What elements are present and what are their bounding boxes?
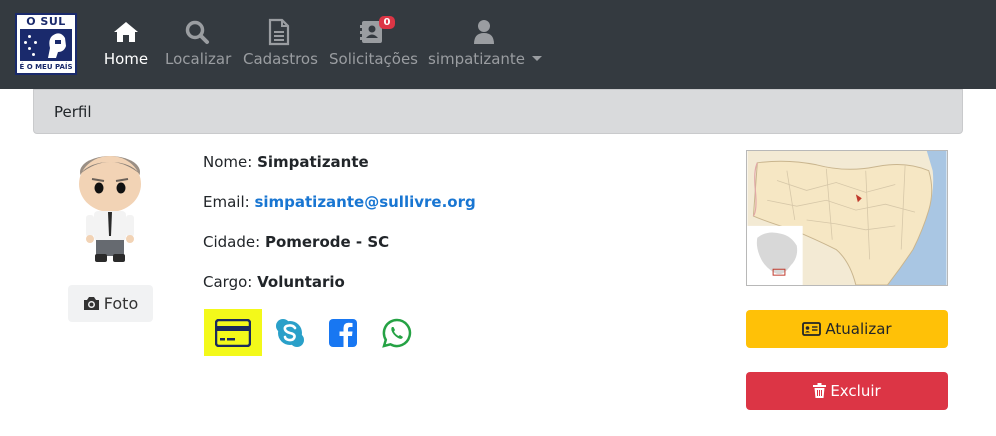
credit-card-button[interactable] [204,309,262,356]
profile-name-row: Nome: Simpatizante [203,153,369,171]
document-icon [268,18,290,46]
nav-solicitacoes-label: Solicitações [329,50,418,68]
brand-logo[interactable]: O SUL É O MEU PAÍS [15,13,77,75]
facebook-button[interactable] [314,309,372,356]
whatsapp-icon [382,318,412,348]
camera-icon [83,297,99,310]
profile-email-row: Email: simpatizante@sullivre.org [203,193,476,211]
trash-icon [813,383,827,398]
photo-button-label: Foto [103,294,139,313]
profile-role-row: Cargo: Voluntario [203,273,345,291]
card-header: Perfil [33,89,963,134]
whatsapp-button[interactable] [368,309,426,356]
city-label: Cidade: [203,233,261,251]
card-title: Perfil [54,103,92,121]
nav-home[interactable]: Home [102,14,150,76]
notification-badge: 0 [378,16,396,29]
nav-user-dropdown[interactable]: simpatizante [428,14,543,76]
name-label: Nome: [203,153,253,171]
id-card-icon [802,322,822,336]
update-button[interactable]: Atualizar [746,310,948,348]
name-value: Simpatizante [257,153,369,171]
brand-top-text: O SUL [17,15,75,28]
search-icon [185,20,209,44]
facebook-icon [329,318,357,347]
credit-card-icon [215,318,251,347]
profile-city-row: Cidade: Pomerode - SC [203,233,389,251]
delete-button-label: Excluir [830,382,881,400]
role-value: Voluntario [257,273,345,291]
email-label: Email: [203,193,250,211]
chevron-down-icon [532,56,543,61]
nav-localizar-label: Localizar [165,50,232,68]
navbar: O SUL É O MEU PAÍS Home Localizar Cadast… [0,0,996,89]
nav-cadastros-label: Cadastros [243,50,318,68]
user-icon [474,20,494,44]
home-icon [114,22,138,42]
skype-button[interactable] [261,309,319,356]
city-value: Pomerode - SC [264,233,390,251]
nav-solicitacoes[interactable]: 0 Solicitações [329,14,418,76]
brand-bottom-text: É O MEU PAÍS [17,62,75,73]
update-button-label: Atualizar [825,320,892,338]
nav-cadastros[interactable]: Cadastros [243,14,318,76]
nav-localizar[interactable]: Localizar [165,14,232,76]
nav-user-label: simpatizante [428,50,526,68]
brand-emblem [20,29,72,61]
email-link[interactable]: simpatizante@sullivre.org [254,193,475,211]
nav-home-label: Home [103,50,149,68]
skype-icon [276,318,304,347]
role-label: Cargo: [203,273,253,291]
avatar [79,156,141,262]
location-map [746,150,948,286]
delete-button[interactable]: Excluir [746,372,948,410]
photo-button[interactable]: Foto [68,285,153,322]
